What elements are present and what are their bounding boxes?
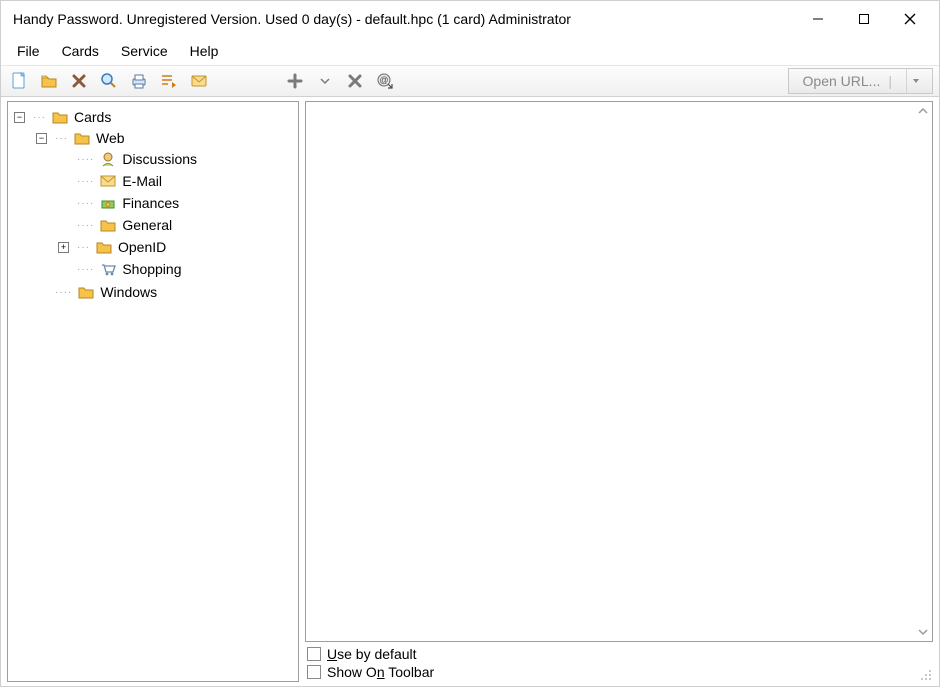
resize-grip-icon[interactable] [919,668,933,682]
search-button[interactable] [97,69,121,93]
card-view-area[interactable] [305,101,933,642]
use-by-default-checkbox[interactable] [307,647,321,661]
chevron-up-icon [918,106,928,116]
tree-label: Discussions [122,151,197,167]
close-icon [904,13,916,25]
chevron-down-icon [320,76,330,86]
minimize-icon [812,13,824,25]
use-by-default-row[interactable]: Use by default [307,646,931,662]
plus-icon [287,73,303,89]
toolbar: @ Open URL... | [1,65,939,97]
cart-icon [100,261,116,277]
tree-shopping[interactable]: ···· Shopping [58,259,296,279]
open-url-label: Open URL... [803,73,881,89]
maximize-button[interactable] [841,4,887,34]
window-controls [795,4,933,34]
autofill-button[interactable] [157,69,181,93]
collapse-icon[interactable]: − [14,112,25,123]
web-capture-button[interactable]: @ [373,69,397,93]
tree-windows[interactable]: ···· Windows [36,282,296,302]
add-dropdown-button[interactable] [313,69,337,93]
folder-open-icon [40,72,58,90]
search-icon [100,72,118,90]
open-url-button[interactable]: Open URL... | [788,68,933,94]
tree-label: E-Mail [122,173,162,189]
tree-general[interactable]: ···· General [58,215,296,235]
folder-icon [52,109,68,125]
collapse-icon[interactable]: − [36,133,47,144]
tree-web[interactable]: − ··· Web [36,128,296,148]
menu-service[interactable]: Service [111,40,178,62]
minimize-button[interactable] [795,4,841,34]
new-card-button[interactable] [7,69,31,93]
app-window: Handy Password. Unregistered Version. Us… [0,0,940,687]
folder-icon [96,239,112,255]
chevron-down-icon [918,627,928,637]
tree-label: Shopping [122,261,181,277]
x-grey-icon [347,73,363,89]
tree-email[interactable]: ···· E-Mail [58,171,296,191]
tree-root-cards[interactable]: − ··· Cards [14,107,296,127]
money-icon [100,195,116,211]
tree-label: Finances [122,195,179,211]
scroll-down-button[interactable] [916,625,930,639]
scroll-up-button[interactable] [916,104,930,118]
chevron-down-icon [912,77,920,85]
globe-arrow-icon: @ [376,72,394,90]
envelope-icon [190,72,208,90]
tree-discussions[interactable]: ···· Discussions [58,149,296,169]
show-on-toolbar-label: Show On Toolbar [327,664,434,680]
menu-cards[interactable]: Cards [52,40,109,62]
show-on-toolbar-row[interactable]: Show On Toolbar [307,664,931,680]
document-icon [10,72,28,90]
close-button[interactable] [887,4,933,34]
envelope-icon [100,173,116,189]
add-button[interactable] [283,69,307,93]
expand-icon[interactable]: + [58,242,69,253]
fill-arrow-icon [160,72,178,90]
main-body: − ··· Cards − ··· [1,97,939,686]
person-icon [100,151,116,167]
printer-icon [130,72,148,90]
tree-label: OpenID [118,239,166,255]
tree-label: Web [96,130,125,146]
delete-button[interactable] [67,69,91,93]
maximize-icon [858,13,870,25]
tree-label: General [122,217,172,233]
use-by-default-label: Use by default [327,646,417,662]
remove-button[interactable] [343,69,367,93]
print-button[interactable] [127,69,151,93]
folder-icon [100,217,116,233]
titlebar: Handy Password. Unregistered Version. Us… [1,1,939,37]
mail-button[interactable] [187,69,211,93]
tree-pane[interactable]: − ··· Cards − ··· [7,101,299,682]
svg-text:@: @ [379,75,388,85]
show-on-toolbar-checkbox[interactable] [307,665,321,679]
open-button[interactable] [37,69,61,93]
footer-options: Use by default Show On Toolbar [305,642,933,682]
delete-x-icon [71,73,87,89]
tree-label: Windows [100,284,157,300]
tree-finances[interactable]: ···· Finances [58,193,296,213]
content-pane: Use by default Show On Toolbar [305,101,933,682]
menubar: File Cards Service Help [1,37,939,65]
window-title: Handy Password. Unregistered Version. Us… [13,11,795,27]
folder-icon [74,130,90,146]
menu-help[interactable]: Help [180,40,229,62]
menu-file[interactable]: File [7,40,50,62]
tree-openid[interactable]: + ··· OpenID [58,237,296,257]
open-url-dropdown[interactable] [906,69,924,93]
tree-label: Cards [74,109,111,125]
folder-icon [78,284,94,300]
